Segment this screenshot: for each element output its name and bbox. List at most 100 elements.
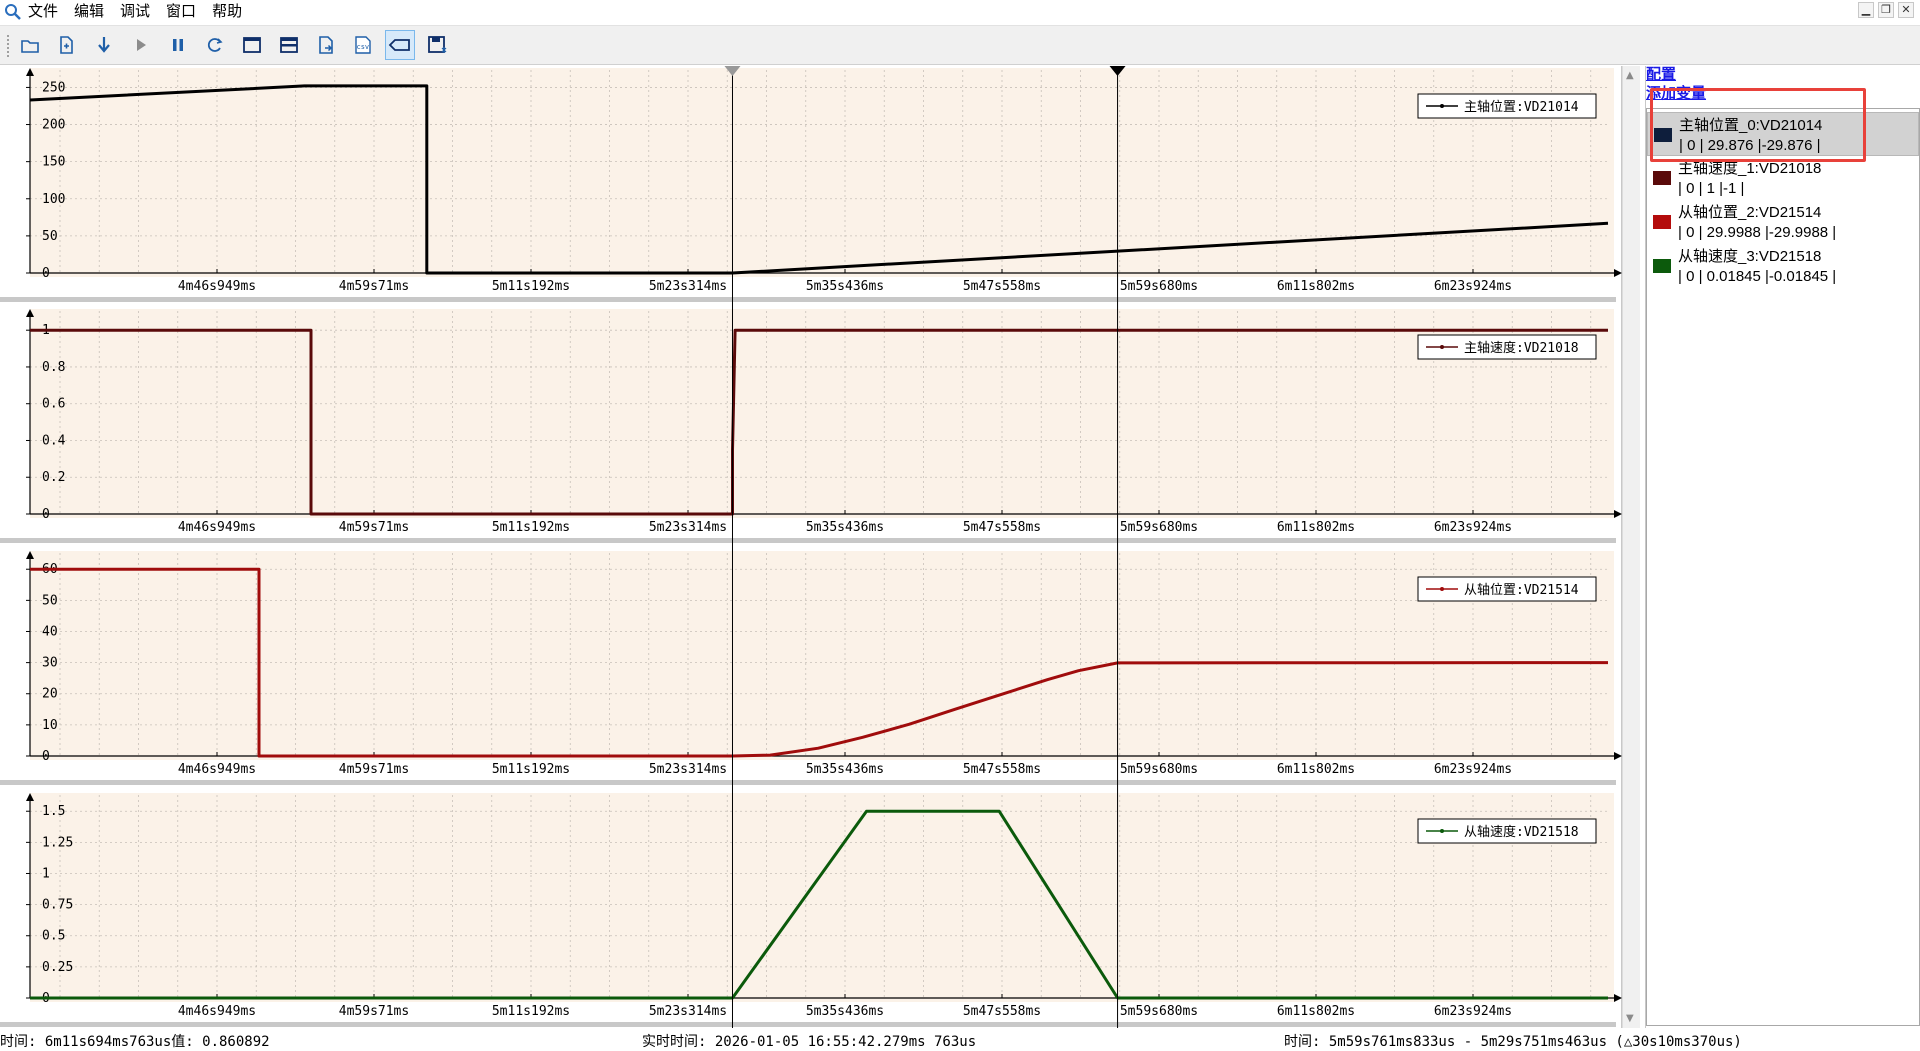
y-tick-label: 0.8 [42,360,65,375]
legend-label: 从轴位置:VD21514 [1464,583,1579,598]
scroll-up-icon[interactable]: ▲ [1626,70,1634,81]
legend-label: 主轴位置:VD21014 [1464,100,1579,115]
window-controls: ▁ ❐ ✕ [1858,2,1914,18]
x-tick-label: 5m11s192ms [492,762,570,777]
config-link[interactable]: 配置 [1646,66,1676,84]
export-button[interactable] [311,30,341,60]
variable-item[interactable]: 从轴位置_2:VD21514 | 0 | 29.9988 |-29.9988 | [1647,200,1919,244]
menu-file[interactable]: 文件 [26,0,66,24]
panel-separator [0,538,1616,543]
single-view-button[interactable] [237,30,267,60]
x-tick-label: 5m23s314ms [649,520,727,535]
chart-panel-2: 01020304050604m46s949ms4m59s71ms5m11s192… [0,551,1622,785]
add-variable-link[interactable]: 添加变量 [1646,85,1706,103]
panel-separator [0,1022,1616,1027]
x-tick-label: 6m11s802ms [1277,520,1355,535]
y-tick-label: 0.5 [42,929,65,944]
charts-canvas[interactable]: 0501001502002504m46s949ms4m59s71ms5m11s1… [0,66,1622,1028]
variable-list: 主轴位置_0:VD21014 | 0 | 29.876 |-29.876 | 主… [1646,108,1920,1026]
variable-item[interactable]: 主轴速度_1:VD21018 | 0 | 1 |-1 | [1647,156,1919,200]
x-tick-label: 6m23s924ms [1434,762,1512,777]
x-tick-label: 5m47s558ms [963,520,1041,535]
window-icon [243,37,261,53]
save-config-button[interactable] [422,30,452,60]
y-tick-label: 0.6 [42,397,65,412]
refresh-icon [207,38,223,52]
arrow-down-icon [98,37,110,53]
tag-icon [388,39,410,51]
x-tick-label: 6m23s924ms [1434,520,1512,535]
menu-help[interactable]: 帮助 [204,0,250,24]
new-file-button[interactable] [51,30,81,60]
panel-separator [0,297,1616,302]
save-icon [428,36,447,53]
x-tick-label: 5m11s192ms [492,279,570,294]
tag-button[interactable] [385,30,415,60]
x-axis-arrow [1614,994,1622,1002]
variable-item[interactable]: 从轴速度_3:VD21518 | 0 | 0.01845 |-0.01845 | [1647,244,1919,288]
download-button[interactable] [89,30,119,60]
x-tick-label: 6m11s802ms [1277,279,1355,294]
refresh-button[interactable] [200,30,230,60]
x-tick-label: 4m46s949ms [178,1004,256,1019]
x-tick-label: 5m35s436ms [806,279,884,294]
variable-panel: 配置 添加变量 主轴位置_0:VD21014 | 0 | 29.876 |-29… [1645,66,1920,1028]
chart-background [30,551,1614,760]
y-tick-label: 30 [42,656,58,671]
x-tick-label: 5m23s314ms [649,279,727,294]
x-tick-label: 5m23s314ms [649,1004,727,1019]
minimize-button[interactable]: ▁ [1858,2,1874,18]
y-tick-label: 200 [42,118,65,133]
menu-debug[interactable]: 调试 [112,0,158,24]
variable-color-swatch [1653,259,1671,273]
x-tick-label: 5m59s680ms [1120,1004,1198,1019]
legend-label: 从轴速度:VD21518 [1464,824,1579,840]
y-tick-label: 10 [42,718,58,733]
x-axis-arrow [1614,510,1622,518]
play-icon [137,39,146,51]
variable-name: 主轴位置_0:VD21014 [1679,117,1823,134]
plot-area[interactable]: 0501001502002504m46s949ms4m59s71ms5m11s1… [0,66,1622,1028]
y-tick-label: 1.25 [42,835,73,850]
variable-color-swatch [1654,128,1672,142]
x-tick-label: 6m11s802ms [1277,1004,1355,1019]
x-tick-label: 4m46s949ms [178,520,256,535]
vertical-scrollbar[interactable]: ▲ ▼ [1622,66,1640,1028]
menu-window[interactable]: 窗口 [158,0,204,24]
pause-button[interactable] [163,30,193,60]
variable-color-swatch [1653,171,1671,185]
menu-edit[interactable]: 编辑 [66,0,112,24]
legend-marker [1440,829,1444,833]
x-tick-label: 5m47s558ms [963,279,1041,294]
x-tick-label: 4m59s71ms [339,279,409,294]
legend-marker [1440,104,1444,108]
play-button[interactable] [126,30,156,60]
csv-button[interactable]: csv [348,30,378,60]
variable-item[interactable]: 主轴位置_0:VD21014 | 0 | 29.876 |-29.876 | [1647,112,1919,156]
chart-panel-1: 00.20.40.60.814m46s949ms4m59s71ms5m11s19… [0,309,1622,543]
x-tick-label: 4m46s949ms [178,762,256,777]
folder-open-icon [21,40,39,53]
x-tick-label: 6m23s924ms [1434,279,1512,294]
export-icon [319,36,333,54]
x-tick-label: 5m23s314ms [649,762,727,777]
variable-color-swatch [1653,215,1671,229]
y-tick-label: 20 [42,687,58,702]
scroll-down-icon[interactable]: ▼ [1626,1013,1634,1024]
chart-panel-0: 0501001502002504m46s949ms4m59s71ms5m11s1… [0,68,1622,302]
y-tick-label: 150 [42,155,65,170]
csv-icon: csv [355,36,371,54]
y-tick-label: 1.5 [42,804,65,819]
split-view-button[interactable] [274,30,304,60]
open-file-button[interactable] [15,30,45,60]
x-tick-label: 5m11s192ms [492,1004,570,1019]
restore-button[interactable]: ❐ [1878,2,1894,18]
chart-background [30,68,1614,277]
x-tick-label: 4m59s71ms [339,520,409,535]
y-tick-label: 250 [42,80,65,95]
close-button[interactable]: ✕ [1898,2,1914,18]
status-time-value: 时间: 6m11s694ms763us值: 0.860892 [0,1034,270,1050]
x-tick-label: 4m59s71ms [339,762,409,777]
toolbar-grip[interactable] [6,34,10,58]
y-tick-label: 0.2 [42,470,65,485]
